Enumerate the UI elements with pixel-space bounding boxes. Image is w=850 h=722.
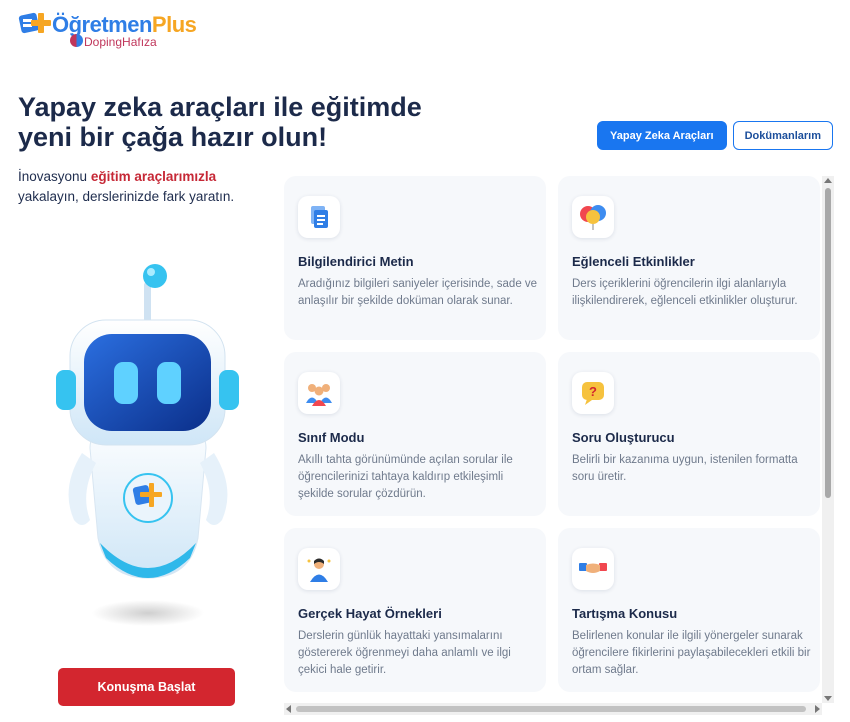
brand-logo[interactable]: ÖğretmenPlus DopingHafıza xyxy=(18,8,197,52)
horizontal-scroll-thumb[interactable] xyxy=(296,706,806,712)
handshake-icon xyxy=(572,548,614,590)
header: ÖğretmenPlus DopingHafıza xyxy=(0,0,850,62)
brand-subtitle: DopingHafıza xyxy=(84,35,157,49)
tool-card-description: Aradığınız bilgileri saniyeler içerisind… xyxy=(298,278,538,307)
page-title: Yapay zeka araçları ile eğitimde yeni bi… xyxy=(18,92,488,152)
tool-card-title: Bilgilendirici Metin xyxy=(298,254,414,269)
lead-text: İnovasyonu eğitim araçlarımızla yakalayı… xyxy=(18,169,235,204)
tool-card-description: Derslerin günlük hayattaki yansımalarını… xyxy=(298,630,511,676)
page-title-line1: Yapay zeka araçları ile eğitimde xyxy=(18,92,422,122)
tool-card-real-life-examples[interactable]: Gerçek Hayat Örnekleri Derslerin günlük … xyxy=(284,528,546,692)
robot-illustration xyxy=(56,264,239,626)
vertical-scroll-thumb[interactable] xyxy=(825,188,831,498)
scroll-down-arrow-icon[interactable] xyxy=(824,696,832,701)
start-conversation-button[interactable]: Konuşma Başlat xyxy=(58,668,235,706)
vertical-scrollbar[interactable] xyxy=(822,176,834,703)
top-actions: Yapay Zeka Araçları Dokümanlarım xyxy=(597,121,833,150)
svg-text:?: ? xyxy=(589,384,597,399)
brand-sub-icon xyxy=(70,34,83,47)
tool-card-discussion-topic[interactable]: Tartışma Konusu Belirlenen konular ile i… xyxy=(558,528,820,692)
tool-card-title: Tartışma Konusu xyxy=(572,606,678,621)
scroll-left-arrow-icon[interactable] xyxy=(286,705,291,713)
tool-card-description: Ders içeriklerini öğrencilerin ilgi alan… xyxy=(572,278,798,307)
document-icon xyxy=(298,196,340,238)
question-bubble-icon: ? xyxy=(572,372,614,414)
scroll-up-arrow-icon[interactable] xyxy=(824,178,832,183)
tool-card-fun-activities[interactable]: Eğlenceli Etkinlikler Ders içeriklerini … xyxy=(558,176,820,340)
horizontal-scrollbar[interactable] xyxy=(284,703,822,715)
tool-card-title: Eğlenceli Etkinlikler xyxy=(572,254,695,269)
tools-grid: Bilgilendirici Metin Aradığınız bilgiler… xyxy=(284,176,820,704)
tool-card-title: Gerçek Hayat Örnekleri xyxy=(298,606,442,621)
scroll-right-arrow-icon[interactable] xyxy=(815,705,820,713)
tool-card-class-mode[interactable]: Sınıf Modu Akıllı tahta görünümünde açıl… xyxy=(284,352,546,516)
tool-card-description: Akıllı tahta görünümünde açılan sorular … xyxy=(298,454,513,500)
documents-button[interactable]: Dokümanlarım xyxy=(732,121,833,150)
logo-mark-icon xyxy=(18,12,51,34)
tool-card-informative-text[interactable]: Bilgilendirici Metin Aradığınız bilgiler… xyxy=(284,176,546,340)
lead-highlight: eğitim araçlarımızla xyxy=(90,169,217,184)
tool-card-description: Belirlenen konular ile ilgili yönergeler… xyxy=(572,630,811,676)
classroom-icon xyxy=(298,372,340,414)
ai-tools-button[interactable]: Yapay Zeka Araçları xyxy=(597,121,727,150)
tool-card-title: Soru Oluşturucu xyxy=(572,430,675,445)
page-title-line2: yeni bir çağa hazır olun! xyxy=(18,122,328,152)
person-idea-icon xyxy=(298,548,340,590)
tool-card-title: Sınıf Modu xyxy=(298,430,365,445)
balloons-icon xyxy=(572,196,614,238)
tool-card-question-generator[interactable]: ? Soru Oluşturucu Belirli bir kazanıma u… xyxy=(558,352,820,516)
tool-card-description: Belirli bir kazanıma uygun, istenilen fo… xyxy=(572,454,798,483)
